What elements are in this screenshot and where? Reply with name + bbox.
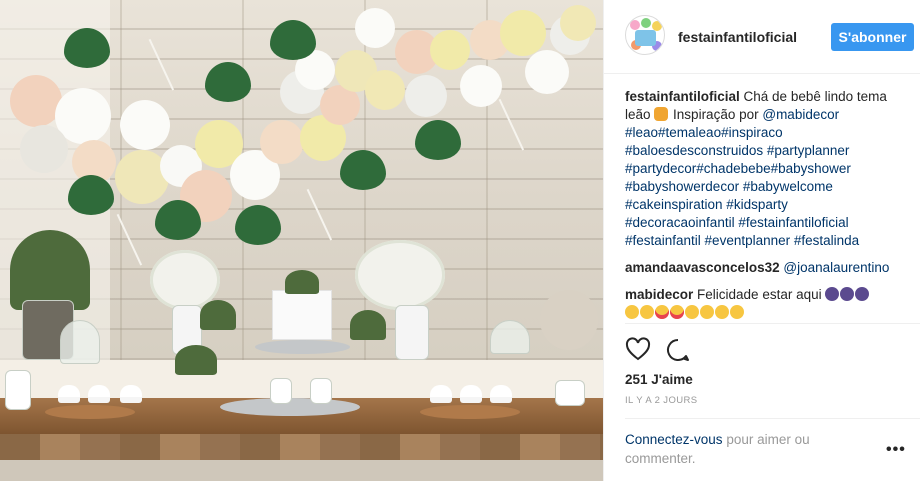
login-prompt: Connectez-vous pour aimer ou commenter.: [625, 430, 845, 468]
post-side-panel: festainfantiloficial S'abonner festainfa…: [603, 0, 920, 481]
comment-bubble-icon[interactable]: [665, 337, 691, 363]
caption-text-inspiration: Inspiração por: [669, 107, 763, 122]
monstera-leaf: [235, 205, 281, 245]
caption: festainfantiloficial Chá de bebê lindo t…: [625, 88, 915, 250]
potted-plant: [10, 230, 90, 310]
caption-mention[interactable]: @mabidecor: [762, 107, 839, 122]
caption-hashtags[interactable]: #decoracaoinfantil #festainfantiloficial: [625, 215, 849, 230]
favor-box: [270, 378, 292, 404]
balloon: [460, 65, 502, 107]
cake-topper: [285, 270, 319, 294]
post-photo[interactable]: [0, 0, 603, 481]
cake-top-tier: [272, 290, 332, 340]
balloon: [365, 70, 405, 110]
smiling-face-emoji: [685, 305, 699, 319]
comments-list: festainfantiloficial Chá de bebê lindo t…: [625, 88, 915, 331]
monstera-leaf: [415, 120, 461, 160]
smiling-face-emoji: [715, 305, 729, 319]
favor-box: [555, 380, 585, 406]
lion-plaque: [540, 290, 598, 350]
flower-bouquet: [355, 240, 445, 310]
caption-username[interactable]: festainfantiloficial: [625, 89, 740, 104]
likes-count[interactable]: 251 J'aime: [625, 372, 693, 387]
caption-hashtags[interactable]: #cakeinspiration #kidsparty: [625, 197, 788, 212]
caption-hashtags[interactable]: #leao#temaleao#inspiraco: [625, 125, 783, 140]
cupcake: [430, 385, 452, 403]
glass-cloche: [490, 320, 530, 354]
succulent: [350, 310, 386, 340]
comment-text: Felicidade estar aqui: [693, 287, 826, 302]
divider: [625, 418, 920, 419]
post-timestamp[interactable]: IL Y A 2 JOURS: [625, 395, 698, 406]
monstera-leaf: [64, 28, 110, 68]
woman-emoji: [855, 287, 870, 301]
post-header: festainfantiloficial S'abonner: [604, 0, 920, 74]
monstera-leaf: [340, 150, 386, 190]
flower-vase: [395, 305, 429, 360]
caption-hashtags[interactable]: #festainfantil #eventplanner #festalinda: [625, 233, 859, 248]
comment-item: amandaavasconcelos32 @joanalaurentino: [625, 259, 915, 277]
login-link[interactable]: Connectez-vous: [625, 432, 723, 447]
comment-item: mabidecor Felicidade estar aqui: [625, 286, 915, 322]
monstera-leaf: [270, 20, 316, 60]
wood-slice-board: [420, 405, 520, 419]
floor: [0, 460, 603, 481]
heart-eyes-emoji: [670, 305, 684, 319]
comment-username[interactable]: mabidecor: [625, 287, 693, 302]
lion-face-emoji: [654, 107, 669, 121]
divider: [625, 323, 920, 324]
balloon: [405, 75, 447, 117]
heart-eyes-emoji: [655, 305, 669, 319]
woman-emoji: [840, 287, 855, 301]
caption-hashtags[interactable]: #babyshowerdecor #babywelcome: [625, 179, 833, 194]
balloon: [120, 100, 170, 150]
succulent: [175, 345, 217, 375]
cupcake: [88, 385, 110, 403]
monstera-leaf: [205, 62, 251, 102]
cupcake: [490, 385, 512, 403]
caption-hashtags[interactable]: #partydecor#chadebebe#babyshower: [625, 161, 851, 176]
ellipsis-icon[interactable]: •••: [886, 441, 906, 459]
kissing-face-emoji: [700, 305, 714, 319]
cake-stand: [255, 340, 350, 354]
balloon: [430, 30, 470, 70]
cupcake: [460, 385, 482, 403]
smiling-face-emoji: [730, 305, 744, 319]
comment-username[interactable]: amandaavasconcelos32: [625, 260, 780, 275]
cupcake: [120, 385, 142, 403]
caption-hashtags[interactable]: #baloesdesconstruidos #partyplanner: [625, 143, 849, 158]
balloon: [355, 8, 395, 48]
succulent: [200, 300, 236, 330]
balloon: [20, 125, 68, 173]
balloon: [525, 50, 569, 94]
monstera-leaf: [68, 175, 114, 215]
follow-button[interactable]: S'abonner: [831, 23, 914, 51]
favor-box: [5, 370, 31, 410]
balloon: [500, 10, 546, 56]
glass-cloche: [60, 320, 100, 364]
comment-mention[interactable]: @joanalaurentino: [783, 260, 889, 275]
cupcake: [58, 385, 80, 403]
woman-emoji: [825, 287, 840, 301]
wood-slice-board: [45, 405, 135, 419]
screaming-face-emoji: [640, 305, 654, 319]
balloon: [560, 5, 596, 41]
screaming-face-emoji: [625, 305, 639, 319]
favor-box: [310, 378, 332, 404]
monstera-leaf: [155, 200, 201, 240]
balloon: [260, 120, 304, 164]
festa-infantil-avatar-icon[interactable]: [625, 15, 665, 55]
heart-icon[interactable]: [625, 337, 651, 363]
post-author-username[interactable]: festainfantiloficial: [678, 29, 797, 45]
